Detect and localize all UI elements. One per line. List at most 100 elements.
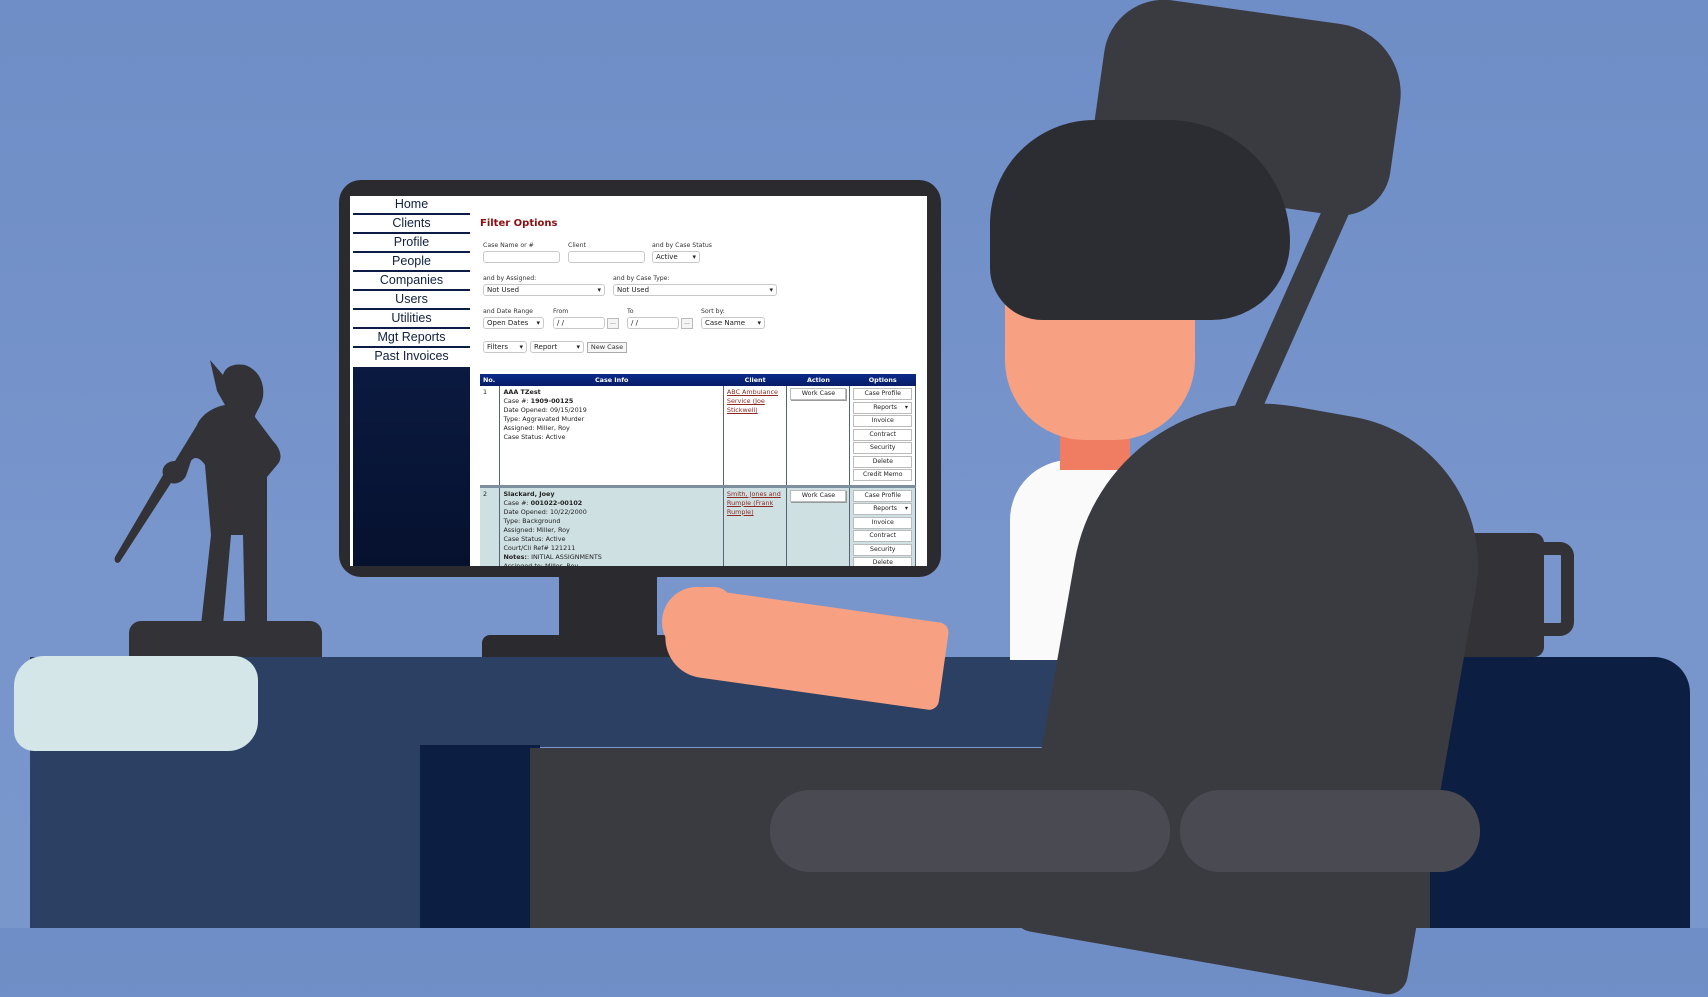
client-link[interactable]: Smith, Jones and Rumple (Frank Rumple) — [727, 490, 781, 516]
case-number: 1909-00125 — [530, 397, 574, 405]
notes-value: : INITIAL ASSIGNMENTS — [526, 552, 602, 561]
case-type-label: and by Case Type: — [613, 275, 670, 282]
col-header-case-info[interactable]: Case Info — [499, 374, 724, 386]
date-opened: Date Opened: 09/15/2019 — [503, 406, 587, 414]
row-number: 2 — [480, 484, 501, 566]
reports-dropdown[interactable]: Reports — [853, 503, 912, 515]
case-assigned: Assigned: Miller, Roy — [503, 424, 570, 432]
case-assigned: Assigned: Miller, Roy — [503, 525, 570, 534]
action-cell: Work Case — [786, 386, 851, 486]
action-cell: Work Case — [786, 484, 851, 566]
person-hair — [990, 120, 1290, 320]
credit-memo-button[interactable]: Credit Memo — [853, 469, 912, 481]
security-button[interactable]: Security — [853, 543, 912, 556]
security-button[interactable]: Security — [853, 442, 912, 454]
sidebar-item-utilities[interactable]: Utilities — [353, 310, 470, 329]
mug-handle — [1538, 542, 1574, 636]
sidebar-item-people[interactable]: People — [353, 253, 470, 272]
case-name: Slackard, Joey — [503, 489, 555, 498]
desk-mat — [14, 656, 258, 751]
case-info-cell: Slackard, Joey Case #: 001022-00102 Date… — [499, 484, 724, 566]
table-header-row: No. Case Info Client Action Options — [480, 374, 916, 386]
main-content: Filter Options Case Name or # Client and… — [480, 196, 925, 566]
table-row: 2 Slackard, Joey Case #: 001022-00102 Da… — [480, 484, 916, 566]
sidebar-item-mgt-reports[interactable]: Mgt Reports — [353, 329, 470, 348]
options-cell: Case Profile Reports Invoice Contract Se… — [849, 484, 916, 566]
monitor-stand — [559, 577, 657, 637]
case-status-label: and by Case Status — [652, 242, 712, 249]
case-type: Type: Aggravated Murder — [503, 415, 585, 423]
notes-label: Notes: — [503, 552, 527, 561]
case-number: 001022-00102 — [530, 498, 583, 507]
figurine-base — [129, 621, 322, 657]
report-select[interactable]: Report — [530, 341, 584, 353]
date-range-label: and Date Range — [483, 308, 533, 315]
client-label: Client — [568, 242, 586, 249]
case-number-label: Case #: — [503, 498, 531, 507]
from-date-input[interactable]: / / — [553, 317, 605, 329]
case-status-select[interactable]: Active — [652, 251, 700, 263]
client-cell: ABC Ambulance Service (Joe Stickwell) — [723, 386, 788, 486]
from-date-picker-button[interactable]: ... — [607, 318, 619, 329]
date-range-select[interactable]: Open Dates — [483, 317, 544, 329]
col-header-client[interactable]: Client — [723, 374, 787, 386]
chair-armrest — [770, 790, 1170, 872]
sidebar-item-home[interactable]: Home — [353, 196, 470, 215]
sidebar-item-companies[interactable]: Companies — [353, 272, 470, 291]
filters-select[interactable]: Filters — [483, 341, 527, 353]
work-case-button[interactable]: Work Case — [790, 388, 847, 400]
case-status: Case Status: Active — [503, 534, 566, 543]
cases-table: No. Case Info Client Action Options 1 AA… — [480, 374, 916, 566]
options-cell: Case Profile Reports Invoice Contract Se… — [849, 386, 916, 486]
sidebar-item-past-invoices[interactable]: Past Invoices — [353, 348, 470, 367]
row-number: 1 — [480, 386, 501, 486]
to-date-picker-button[interactable]: ... — [681, 318, 693, 329]
assigned-select[interactable]: Not Used — [483, 284, 605, 296]
case-type: Type: Background — [503, 516, 561, 525]
case-profile-button[interactable]: Case Profile — [853, 489, 912, 502]
contract-button[interactable]: Contract — [853, 530, 912, 542]
to-label: To — [627, 308, 634, 315]
invoice-button[interactable]: Invoice — [853, 415, 912, 427]
assigned-label: and by Assigned: — [483, 275, 537, 282]
delete-button[interactable]: Delete — [853, 557, 912, 566]
person-hand — [662, 587, 732, 657]
sidebar-item-profile[interactable]: Profile — [353, 234, 470, 253]
case-name-input[interactable] — [483, 251, 560, 263]
desk-shadow — [420, 745, 540, 928]
client-cell: Smith, Jones and Rumple (Frank Rumple) — [723, 484, 788, 566]
date-opened: Date Opened: 10/22/2000 — [503, 507, 587, 516]
invoice-button[interactable]: Invoice — [853, 516, 912, 529]
client-input[interactable] — [568, 251, 645, 263]
sort-by-label: Sort by: — [701, 308, 725, 315]
col-header-action[interactable]: Action — [786, 374, 850, 386]
from-label: From — [553, 308, 569, 315]
monitor-screen: Home Clients Profile People Companies Us… — [350, 196, 927, 566]
delete-button[interactable]: Delete — [853, 455, 912, 468]
work-case-button[interactable]: Work Case — [790, 489, 847, 502]
col-header-options[interactable]: Options — [849, 374, 916, 386]
sort-by-select[interactable]: Case Name — [701, 317, 765, 329]
case-name: AAA TZest — [503, 388, 541, 396]
sidebar: Home Clients Profile People Companies Us… — [353, 196, 470, 566]
col-header-no[interactable]: No. — [480, 374, 500, 386]
desk-drawer — [30, 745, 450, 928]
figurine-silhouette-icon — [114, 360, 281, 625]
case-type-select[interactable]: Not Used — [613, 284, 777, 296]
new-case-button[interactable]: New Case — [587, 342, 627, 353]
sidebar-item-clients[interactable]: Clients — [353, 215, 470, 234]
sidebar-nav: Home Clients Profile People Companies Us… — [353, 196, 470, 367]
case-profile-button[interactable]: Case Profile — [853, 388, 912, 400]
case-status: Case Status: Active — [503, 433, 566, 441]
chair-armrest-right — [1180, 790, 1480, 872]
filter-options-title: Filter Options — [480, 218, 558, 229]
table-row: 1 AAA TZest Case #: 1909-00125 Date Open… — [480, 386, 916, 486]
sidebar-item-users[interactable]: Users — [353, 291, 470, 310]
case-number-label: Case #: — [503, 397, 531, 405]
court-ref: Court/Cli Ref# 121211 — [503, 543, 576, 552]
reports-dropdown[interactable]: Reports — [853, 401, 912, 414]
to-date-input[interactable]: / / — [627, 317, 679, 329]
case-info-cell: AAA TZest Case #: 1909-00125 Date Opened… — [499, 386, 724, 486]
contract-button[interactable]: Contract — [853, 428, 912, 441]
client-link[interactable]: ABC Ambulance Service (Joe Stickwell) — [727, 388, 778, 414]
